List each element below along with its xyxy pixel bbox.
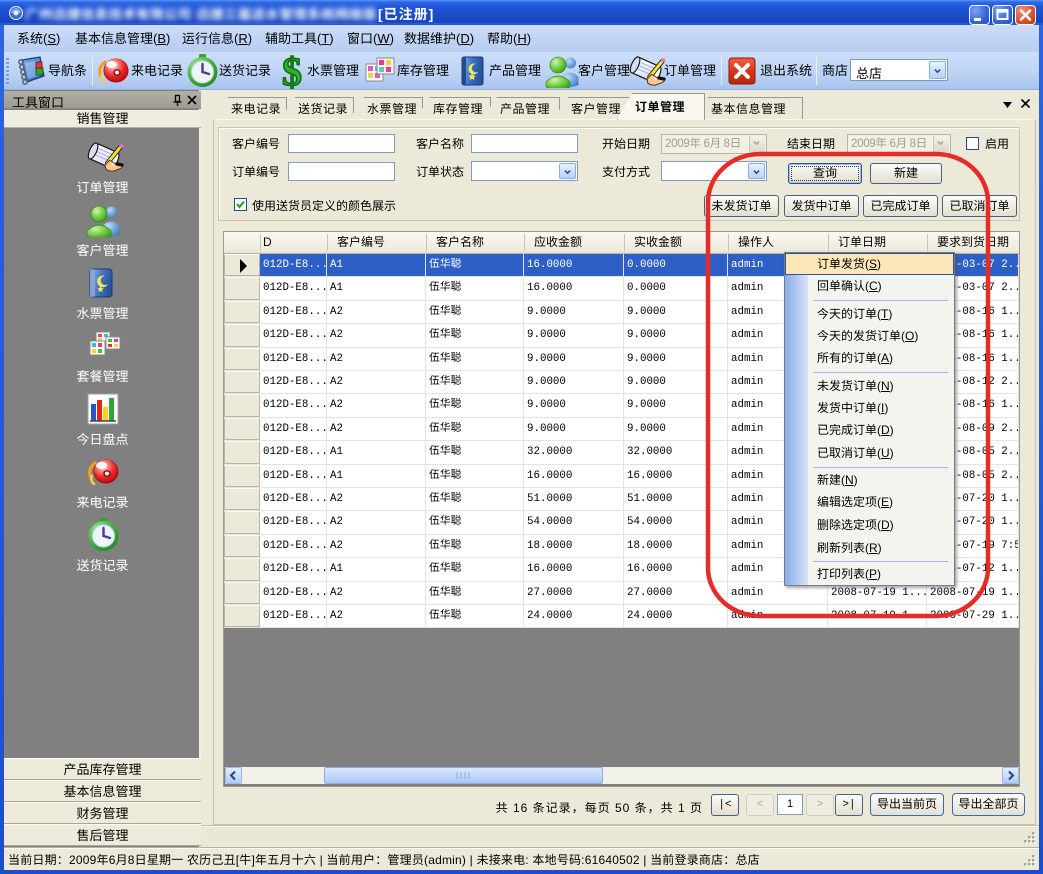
svg-text:$: $ bbox=[282, 53, 302, 91]
